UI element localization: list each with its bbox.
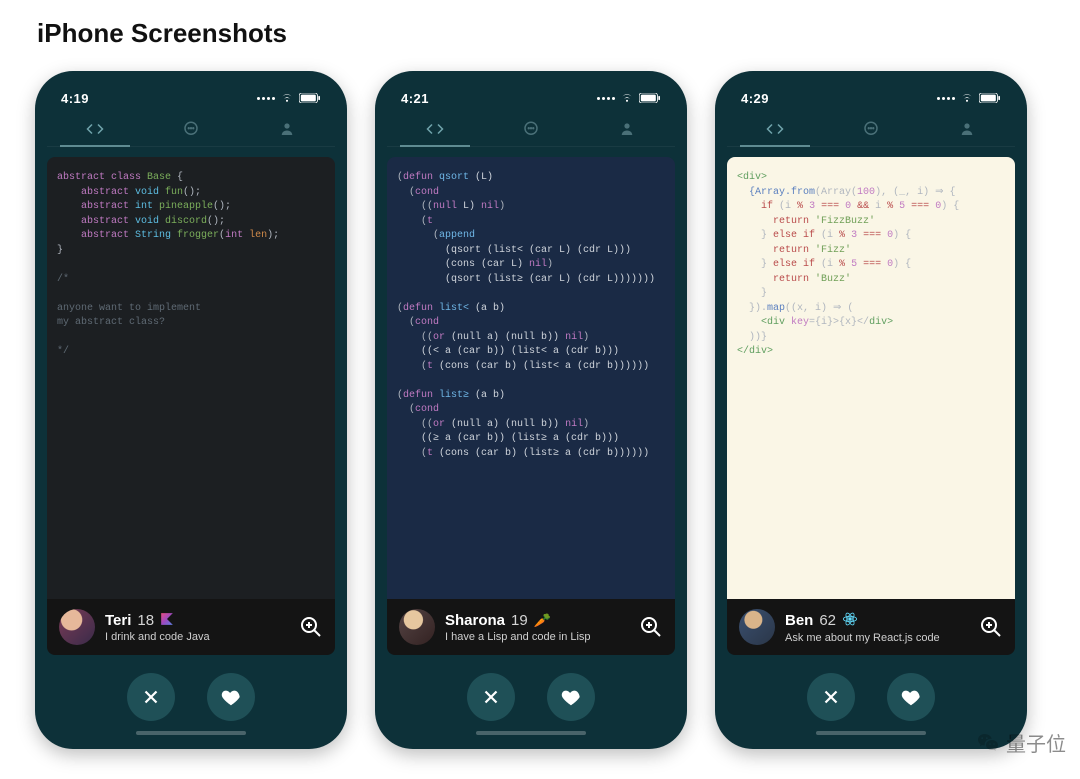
profile-age: 19 <box>511 612 528 629</box>
profile-info-bar: Teri 18 I drink and code Java <box>47 599 335 655</box>
top-tab-bar <box>47 111 335 147</box>
status-bar: 4:29 <box>727 81 1015 111</box>
tab-profile[interactable] <box>919 111 1015 146</box>
reject-button[interactable] <box>807 673 855 721</box>
profile-bio: I have a Lisp and code in Lisp <box>445 631 591 643</box>
tech-logo-icon <box>842 611 858 630</box>
home-indicator[interactable] <box>136 731 246 735</box>
wifi-icon <box>620 93 634 103</box>
watermark-text: 量子位 <box>1006 728 1066 757</box>
code-snippet: abstract class Base { abstract void fun(… <box>47 157 335 599</box>
avatar <box>59 609 95 645</box>
tech-logo-icon: 🥕 <box>534 612 551 629</box>
like-button[interactable] <box>207 673 255 721</box>
avatar <box>739 609 775 645</box>
status-bar: 4:21 <box>387 81 675 111</box>
status-time: 4:21 <box>401 91 429 106</box>
zoom-icon[interactable] <box>979 615 1003 639</box>
phone-screenshot-1: 4:19 abstract class Base { abstract void… <box>35 71 347 749</box>
battery-icon <box>979 93 1001 103</box>
profile-card[interactable]: (defun qsort (L) (cond ((null L) nil) (t… <box>387 157 675 655</box>
status-indicators <box>597 93 661 103</box>
avatar <box>399 609 435 645</box>
battery-icon <box>639 93 661 103</box>
swipe-actions <box>387 669 675 731</box>
screenshots-row: 4:19 abstract class Base { abstract void… <box>35 71 1045 749</box>
top-tab-bar <box>727 111 1015 147</box>
tab-profile[interactable] <box>239 111 335 146</box>
zoom-icon[interactable] <box>639 615 663 639</box>
status-time: 4:29 <box>741 91 769 106</box>
code-snippet: <div> {Array.from(Array(100), (_, i) ⇒ {… <box>727 157 1015 599</box>
reject-button[interactable] <box>467 673 515 721</box>
reject-button[interactable] <box>127 673 175 721</box>
swipe-actions <box>47 669 335 731</box>
profile-info-bar: Sharona 19 🥕 I have a Lisp and code in L… <box>387 599 675 655</box>
tab-profile[interactable] <box>579 111 675 146</box>
tab-chat[interactable] <box>143 111 239 146</box>
profile-name: Ben <box>785 612 813 629</box>
profile-bio: I drink and code Java <box>105 631 210 643</box>
home-indicator[interactable] <box>476 731 586 735</box>
tech-logo-icon <box>160 612 174 629</box>
like-button[interactable] <box>547 673 595 721</box>
tab-chat[interactable] <box>823 111 919 146</box>
profile-card[interactable]: <div> {Array.from(Array(100), (_, i) ⇒ {… <box>727 157 1015 655</box>
signal-icon <box>597 97 615 100</box>
profile-name: Sharona <box>445 612 505 629</box>
zoom-icon[interactable] <box>299 615 323 639</box>
tab-chat[interactable] <box>483 111 579 146</box>
signal-icon <box>257 97 275 100</box>
top-tab-bar <box>387 111 675 147</box>
swipe-actions <box>727 669 1015 731</box>
wechat-icon <box>976 731 1000 755</box>
phone-screenshot-2: 4:21 (defun qsort (L) (cond ((null L) ni… <box>375 71 687 749</box>
profile-info-bar: Ben 62 Ask me about my React.js code <box>727 599 1015 655</box>
tab-code[interactable] <box>47 111 143 146</box>
status-bar: 4:19 <box>47 81 335 111</box>
wifi-icon <box>960 93 974 103</box>
phone-screenshot-3: 4:29 <div> {Array.from(Array(100), (_, i… <box>715 71 1027 749</box>
wechat-watermark: 量子位 <box>976 728 1066 757</box>
section-title: iPhone Screenshots <box>37 18 1045 49</box>
like-button[interactable] <box>887 673 935 721</box>
status-time: 4:19 <box>61 91 89 106</box>
home-indicator[interactable] <box>816 731 926 735</box>
battery-icon <box>299 93 321 103</box>
tab-code[interactable] <box>387 111 483 146</box>
profile-card[interactable]: abstract class Base { abstract void fun(… <box>47 157 335 655</box>
tab-code[interactable] <box>727 111 823 146</box>
wifi-icon <box>280 93 294 103</box>
profile-age: 62 <box>819 612 836 629</box>
profile-name: Teri <box>105 612 131 629</box>
profile-age: 18 <box>137 612 154 629</box>
status-indicators <box>257 93 321 103</box>
signal-icon <box>937 97 955 100</box>
code-snippet: (defun qsort (L) (cond ((null L) nil) (t… <box>387 157 675 599</box>
profile-bio: Ask me about my React.js code <box>785 632 940 644</box>
status-indicators <box>937 93 1001 103</box>
